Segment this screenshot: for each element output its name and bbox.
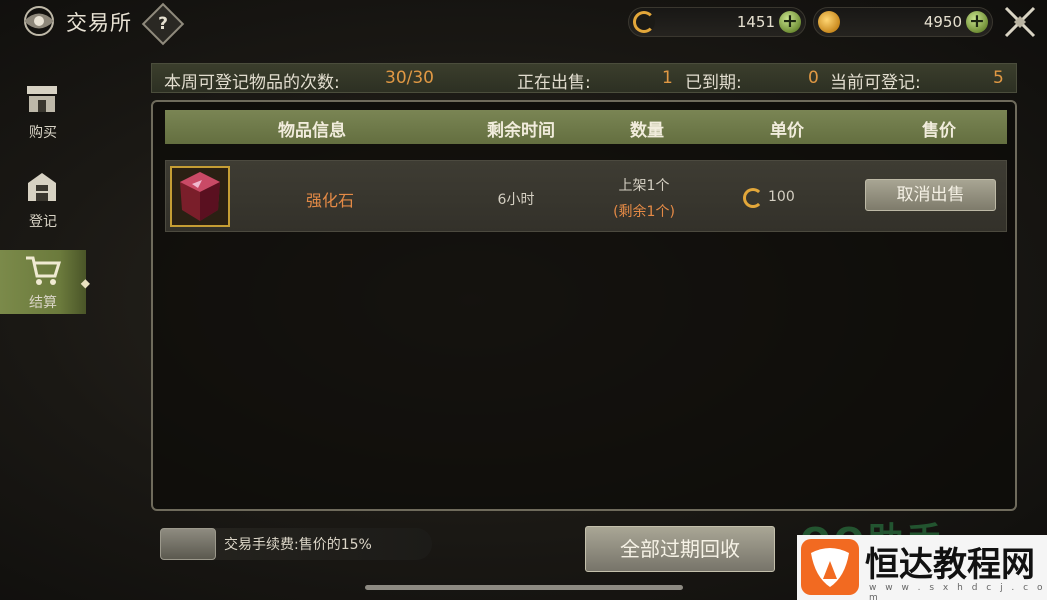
gold-coin-balance: 4950 + [813,7,993,37]
unit-price: 100 [768,189,795,205]
enhance-stone-icon[interactable] [170,166,230,227]
close-icon[interactable] [1000,2,1040,42]
header-sale-price: 售价 [922,121,956,141]
table-header: 物品信息 剩余时间 数量 单价 售价 [165,110,1007,144]
cancel-sale-button[interactable]: 取消出售 [865,179,996,211]
header-unit-price: 单价 [770,121,804,141]
settlement-panel: 物品信息 剩余时间 数量 单价 售价 强化石 6小时 上架1个 (剩余1个) 1… [151,100,1017,511]
add-c-coin-button[interactable]: + [779,11,801,33]
gold-coin-icon [818,11,840,33]
header-item-info: 物品信息 [278,121,346,141]
c-coin-balance: 1451 + [628,7,806,37]
watermark: 恒达教程网 w w w . s x h d c j . c o m [797,535,1047,600]
sidebar-item-label: 购买 [29,125,57,141]
register-icon [28,173,56,201]
table-row[interactable]: 强化石 6小时 上架1个 (剩余1个) 100 取消出售 [165,160,1007,232]
c-coin-icon [743,188,763,208]
gold-coin-value: 4950 [923,13,962,31]
exchange-logo-icon [24,6,54,36]
quantity-remaining: (剩余1个) [613,204,675,220]
watermark-url: w w w . s x h d c j . c o m [869,583,1046,600]
fee-icon [160,528,216,560]
available-value: 5 [993,68,1004,88]
expired-value: 0 [808,68,819,88]
cart-icon [26,256,62,285]
selling-label: 正在出售: [517,73,591,93]
shop-icon [27,86,57,112]
available-label: 当前可登记: [830,73,921,93]
page-title: 交易所 [66,11,132,35]
item-name: 强化石 [305,191,355,210]
active-arrow-icon: ◆ [80,276,90,290]
sidebar-item-label: 结算 [29,295,57,311]
watermark-logo-icon [801,539,859,595]
sidebar-item-label: 登记 [29,214,57,230]
listing-info-bar: 本周可登记物品的次数: 30/30 正在出售: 1 已到期: 0 当前可登记: … [151,63,1017,93]
header-time-left: 剩余时间 [487,121,555,141]
time-left: 6小时 [497,192,535,208]
expired-label: 已到期: [685,73,742,93]
add-gold-coin-button[interactable]: + [966,11,988,33]
fee-text: 交易手续费:售价的15% [224,537,372,553]
quantity-listed: 上架1个 [618,178,670,194]
weekly-label: 本周可登记物品的次数: [164,73,340,93]
recycle-expired-button[interactable]: 全部过期回收 [585,526,775,572]
sidebar-item-register[interactable]: 登记 [0,167,86,233]
sidebar-item-settle[interactable]: 结算 ◆ [0,250,90,314]
home-indicator[interactable] [365,585,683,590]
help-button[interactable]: ? [141,2,185,46]
watermark-title: 恒达教程网 [865,545,1035,585]
c-coin-value: 1451 [736,13,775,31]
selling-value: 1 [662,68,673,88]
help-label: ? [158,14,168,34]
header-quantity: 数量 [630,121,664,141]
weekly-value: 30/30 [385,68,434,88]
sidebar-item-buy[interactable]: 购买 [0,78,86,144]
c-coin-icon [633,11,655,33]
fee-info: 交易手续费:售价的15% [160,528,432,560]
